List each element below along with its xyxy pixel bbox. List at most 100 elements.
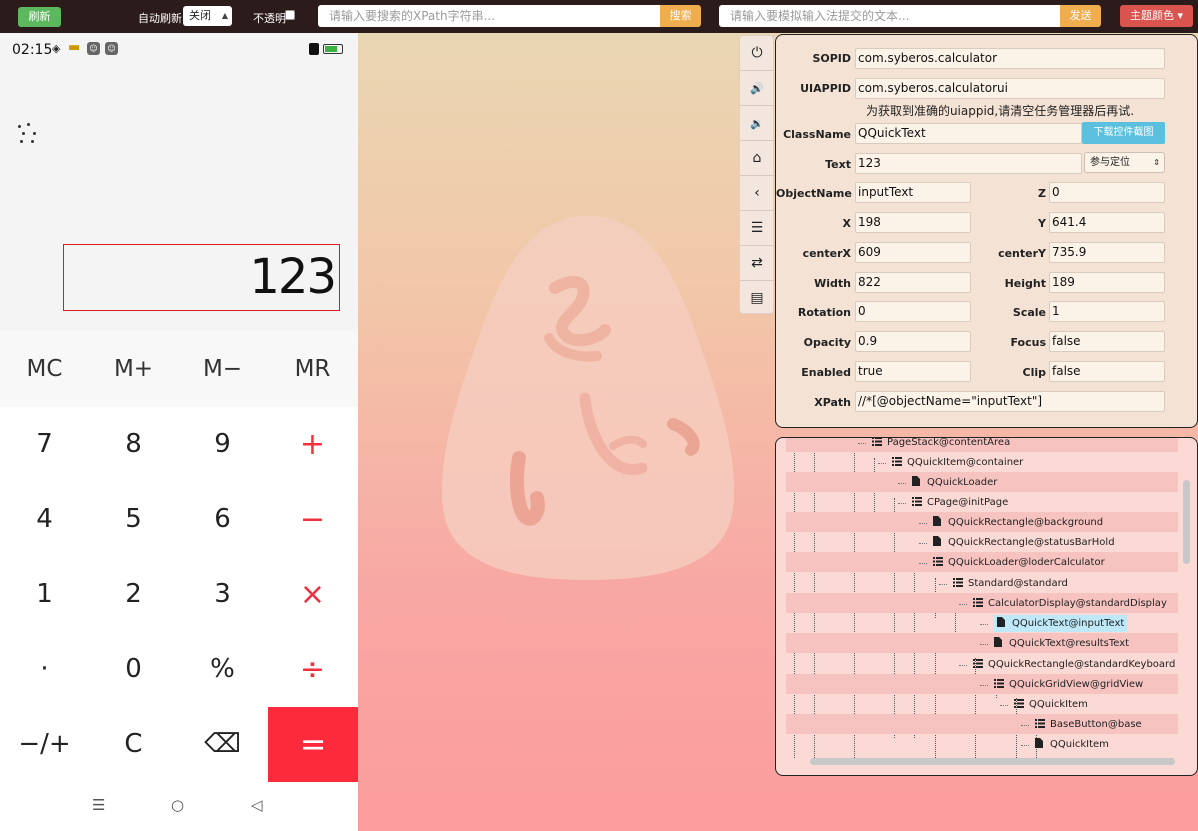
key-3[interactable]: 3 (178, 557, 267, 632)
key-9[interactable]: 9 (178, 407, 267, 482)
device-screen[interactable]: 02:15 ◈ ▬ ☺ ☺ 123 MC M+ M− MR 7 8 9 + 4 … (0, 33, 358, 831)
classname-field[interactable]: QQuickText (855, 123, 1082, 144)
theme-color-button[interactable]: 主题颜色 ▾ (1120, 5, 1193, 27)
key-dot[interactable]: · (0, 632, 89, 707)
focus-field[interactable]: false (1049, 331, 1165, 352)
tree-node[interactable]: QQuickRectangle@statusBarHold (933, 534, 1118, 551)
text-field[interactable]: 123 (855, 153, 1082, 174)
tree-row[interactable]: QQuickItem@container (786, 452, 1178, 472)
uiappid-field[interactable]: com.syberos.calculatorui (855, 78, 1165, 99)
tree-node[interactable]: QQuickItem (1014, 696, 1091, 713)
key-5[interactable]: 5 (89, 482, 178, 557)
tree-row[interactable]: QQuickText@inputText (786, 613, 1178, 633)
tree-node[interactable]: QQuickText@resultsText (994, 635, 1132, 652)
key-multiply[interactable]: × (268, 557, 357, 632)
volume-up-icon[interactable]: 🔊 (740, 71, 774, 106)
tree-node[interactable]: PageStack@contentArea (872, 438, 1013, 451)
xpath-field[interactable]: //*[@objectName="inputText"] (855, 391, 1165, 412)
centery-field[interactable]: 735.9 (1049, 242, 1165, 263)
back-icon[interactable]: ‹ (740, 176, 774, 211)
tree-vertical-scrollbar[interactable] (1183, 480, 1190, 564)
tree-row[interactable]: QQuickItem (786, 694, 1178, 714)
y-field[interactable]: 641.4 (1049, 212, 1165, 233)
menu-icon[interactable]: ☰ (740, 211, 774, 246)
m-minus-button[interactable]: M− (178, 331, 267, 406)
x-field[interactable]: 198 (855, 212, 971, 233)
opaque-checkbox[interactable] (285, 10, 295, 20)
key-8[interactable]: 8 (89, 407, 178, 482)
tree-node[interactable]: QQuickItem@container (892, 454, 1026, 471)
tree-horizontal-scrollbar[interactable] (810, 758, 1175, 765)
tree-row[interactable]: QQuickText@resultsText (786, 633, 1178, 653)
key-divide[interactable]: ÷ (268, 632, 357, 707)
tree-row[interactable]: CPage@initPage (786, 492, 1178, 512)
tree-node[interactable]: QQuickItem (1035, 736, 1112, 753)
key-4[interactable]: 4 (0, 482, 89, 557)
xpath-search-input[interactable]: 请输入要搜索的XPath字符串... (318, 5, 660, 27)
download-screenshot-button[interactable]: 下载控件截图 (1082, 122, 1165, 144)
key-7[interactable]: 7 (0, 407, 89, 482)
tree-node-selected[interactable]: QQuickText@inputText (994, 615, 1128, 632)
back-nav-icon[interactable]: ◁ (251, 796, 263, 814)
tree-row[interactable]: QQuickRectangle@background (786, 512, 1178, 532)
power-icon[interactable]: ⏻ (740, 36, 774, 71)
centerx-field[interactable]: 609 (855, 242, 971, 263)
tree-row[interactable]: Standard@standard (786, 573, 1178, 593)
volume-down-icon[interactable]: 🔉 (740, 106, 774, 141)
tree-row[interactable]: QQuickLoader (786, 472, 1178, 492)
key-1[interactable]: 1 (0, 557, 89, 632)
enabled-field[interactable]: true (855, 361, 971, 382)
tree-row[interactable]: QQuickRectangle@statusBarHold (786, 532, 1178, 552)
key-plus[interactable]: + (268, 407, 357, 482)
key-negate[interactable]: −/+ (0, 707, 89, 782)
tree-node[interactable]: QQuickRectangle@background (933, 514, 1106, 531)
home-nav-icon[interactable]: ○ (171, 796, 184, 814)
tree-node[interactable]: Standard@standard (953, 575, 1071, 592)
tree-node[interactable]: QQuickGridView@gridView (994, 676, 1146, 693)
tree-row[interactable]: QQuickRectangle@standardKeyboard (786, 654, 1178, 674)
tree-node[interactable]: QQuickLoader (912, 474, 1000, 491)
tree-row[interactable]: QQuickItem (786, 734, 1178, 754)
menu-nav-icon[interactable]: ☰ (92, 796, 105, 814)
locate-select[interactable]: 参与定位 ⇕ (1084, 152, 1165, 173)
search-button[interactable]: 搜索 (660, 5, 701, 27)
tree-node[interactable]: CalculatorDisplay@standardDisplay (973, 595, 1170, 612)
scale-field[interactable]: 1 (1049, 301, 1165, 322)
key-percent[interactable]: % (178, 632, 267, 707)
sopid-field[interactable]: com.syberos.calculator (855, 48, 1165, 69)
tree-node[interactable]: BaseButton@base (1035, 716, 1145, 733)
tree-row[interactable]: BaseButton@base (786, 714, 1178, 734)
layout-icon[interactable]: ▤ (740, 281, 774, 316)
tree-node[interactable]: QQuickLoader@loderCalculator (933, 554, 1108, 571)
z-field[interactable]: 0 (1049, 182, 1165, 203)
send-button[interactable]: 发送 (1060, 5, 1101, 27)
rotate-icon[interactable]: ⇄ (740, 246, 774, 281)
key-clear[interactable]: C (89, 707, 178, 782)
tree-row[interactable]: QQuickGridView@gridView (786, 674, 1178, 694)
home-icon[interactable]: ⌂ (740, 141, 774, 176)
tree-node[interactable]: CPage@initPage (912, 494, 1011, 511)
key-0[interactable]: 0 (89, 632, 178, 707)
backspace-icon[interactable]: ⌫ (178, 707, 267, 782)
opacity-field[interactable]: 0.9 (855, 331, 971, 352)
height-field[interactable]: 189 (1049, 272, 1165, 293)
width-field[interactable]: 822 (855, 272, 971, 293)
element-tree[interactable]: PageStack@contentArea QQuickItem@containe… (786, 438, 1178, 758)
mr-button[interactable]: MR (268, 331, 357, 406)
key-equals[interactable]: = (268, 707, 358, 782)
mc-button[interactable]: MC (0, 331, 89, 406)
objectname-field[interactable]: inputText (855, 182, 971, 203)
key-2[interactable]: 2 (89, 557, 178, 632)
refresh-button[interactable]: 刷新 (18, 7, 61, 27)
auto-refresh-select[interactable]: 关闭 ▲ (183, 6, 232, 26)
rotation-field[interactable]: 0 (855, 301, 971, 322)
tree-row[interactable]: PageStack@contentArea (786, 438, 1178, 452)
key-minus[interactable]: − (268, 482, 357, 557)
clip-field[interactable]: false (1049, 361, 1165, 382)
key-6[interactable]: 6 (178, 482, 267, 557)
tree-row[interactable]: QQuickLoader@loderCalculator (786, 552, 1178, 572)
menu-dots-icon[interactable] (18, 123, 40, 145)
tree-row[interactable]: CalculatorDisplay@standardDisplay (786, 593, 1178, 613)
tree-node[interactable]: QQuickRectangle@standardKeyboard (973, 656, 1178, 673)
ime-text-input[interactable]: 请输入要模拟输入法提交的文本... (719, 5, 1060, 27)
